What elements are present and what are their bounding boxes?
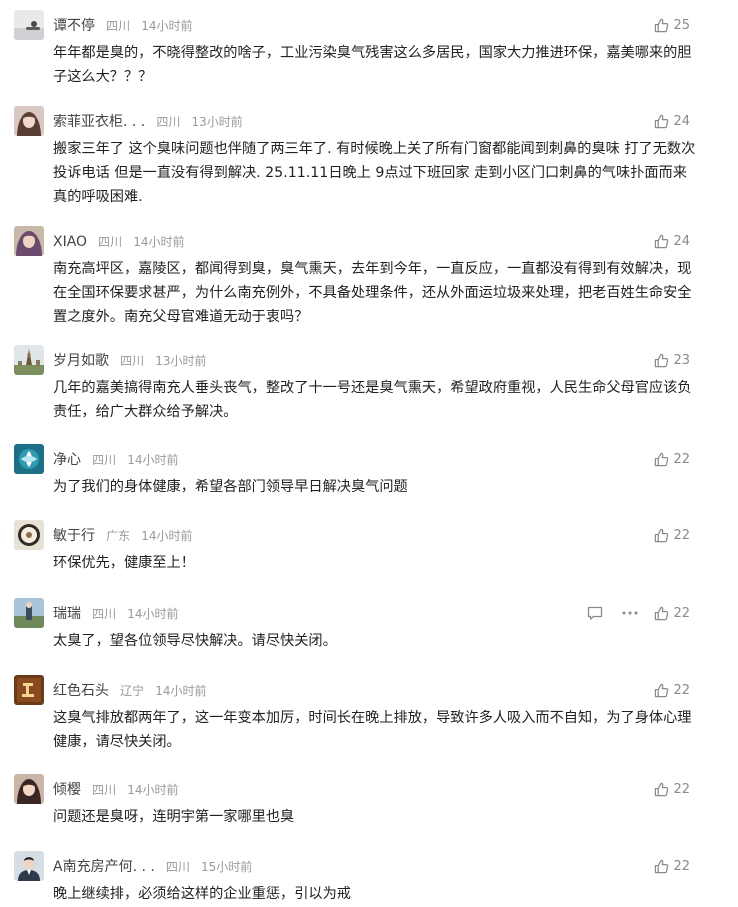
username[interactable]: 谭不停 xyxy=(53,18,95,34)
like-count: 22 xyxy=(673,451,690,467)
avatar[interactable] xyxy=(14,444,44,474)
timestamp: 14小时前 xyxy=(155,684,207,698)
comment-meta: A南充房产何. . . 四川 15小时前 xyxy=(53,855,252,877)
timestamp: 14小时前 xyxy=(141,529,193,543)
location: 四川 xyxy=(92,453,117,467)
like-button[interactable]: 22 xyxy=(654,603,690,623)
thumbs-up-icon xyxy=(655,114,669,128)
like-count: 22 xyxy=(673,605,690,621)
like-count: 22 xyxy=(673,527,690,543)
comment-text: 南充高坪区，嘉陵区，都闻得到臭，臭气熏天，去年到今年，一直反应，一直都没有得到有… xyxy=(53,261,692,325)
comment-meta: 倾樱 四川 14小时前 xyxy=(53,778,178,800)
avatar[interactable] xyxy=(14,226,44,256)
timestamp: 13小时前 xyxy=(191,115,243,129)
like-count: 22 xyxy=(673,858,690,874)
comment-meta: 敏于行 广东 14小时前 xyxy=(53,524,192,546)
avatar[interactable] xyxy=(14,774,44,804)
timestamp: 14小时前 xyxy=(127,783,179,797)
comment-text: 搬家三年了 这个臭味问题也伴随了两三年了. 有时候晚上关了所有门窗都能闻到刺鼻的… xyxy=(53,141,696,205)
timestamp: 14小时前 xyxy=(127,607,179,621)
like-count: 22 xyxy=(673,682,690,698)
like-button[interactable]: 22 xyxy=(654,680,690,700)
location: 广东 xyxy=(106,529,131,543)
thumbs-up-icon xyxy=(655,353,669,367)
timestamp: 14小时前 xyxy=(133,235,185,249)
comment-text: 晚上继续排，必须给这样的企业重惩，引以为戒 xyxy=(53,886,351,902)
thumbs-up-icon xyxy=(655,782,669,796)
comment-meta: 岁月如歌 四川 13小时前 xyxy=(53,349,206,371)
thumbs-up-icon xyxy=(655,683,669,697)
avatar[interactable] xyxy=(14,10,44,40)
like-count: 24 xyxy=(673,113,690,129)
location: 辽宁 xyxy=(120,684,145,698)
like-button[interactable]: 22 xyxy=(654,449,690,469)
comment-text: 问题还是臭呀，连明宇第一家哪里也臭 xyxy=(53,809,295,825)
thumbs-up-icon xyxy=(655,528,669,542)
reply-button[interactable] xyxy=(586,604,604,622)
comment-text: 这臭气排放都两年了，这一年变本加厉，时间长在晚上排放，导致许多人吸入而不自知，为… xyxy=(53,710,692,750)
comment-meta: 红色石头 辽宁 14小时前 xyxy=(53,679,206,701)
timestamp: 13小时前 xyxy=(155,354,207,368)
avatar[interactable] xyxy=(14,851,44,881)
username[interactable]: 岁月如歌 xyxy=(53,353,109,369)
timestamp: 15小时前 xyxy=(201,860,253,874)
username[interactable]: 瑞瑞 xyxy=(53,606,81,622)
like-button[interactable]: 23 xyxy=(654,350,690,370)
timestamp: 14小时前 xyxy=(127,453,179,467)
username[interactable]: 索菲亚衣柜. . . xyxy=(53,114,145,130)
comment-meta: 瑞瑞 四川 14小时前 xyxy=(53,602,178,624)
thumbs-up-icon xyxy=(655,606,669,620)
location: 四川 xyxy=(120,354,145,368)
like-count: 24 xyxy=(673,233,690,249)
like-button[interactable]: 22 xyxy=(654,779,690,799)
like-count: 23 xyxy=(673,352,690,368)
location: 四川 xyxy=(156,115,181,129)
avatar[interactable] xyxy=(14,675,44,705)
comment-text: 为了我们的身体健康，希望各部门领导早日解决臭气问题 xyxy=(53,479,408,495)
comment-actions xyxy=(586,604,639,622)
comment-meta: 索菲亚衣柜. . . 四川 13小时前 xyxy=(53,110,243,132)
avatar[interactable] xyxy=(14,106,44,136)
reply-bubble-icon xyxy=(587,606,603,620)
like-count: 22 xyxy=(673,781,690,797)
like-button[interactable]: 22 xyxy=(654,856,690,876)
like-button[interactable]: 24 xyxy=(654,231,690,251)
thumbs-up-icon xyxy=(655,234,669,248)
like-button[interactable]: 22 xyxy=(654,525,690,545)
thumbs-up-icon xyxy=(655,452,669,466)
location: 四川 xyxy=(165,860,190,874)
location: 四川 xyxy=(98,235,123,249)
comment-text: 几年的嘉美搞得南充人垂头丧气，整改了十一号还是臭气熏天，希望政府重视，人民生命父… xyxy=(53,380,692,420)
location: 四川 xyxy=(106,19,131,33)
comment-text: 太臭了，望各位领导尽快解决。请尽快关闭。 xyxy=(53,633,337,649)
more-dots-icon xyxy=(622,611,638,615)
like-button[interactable]: 25 xyxy=(654,15,690,35)
comment-text: 环保优先，健康至上！ xyxy=(53,555,195,571)
thumbs-up-icon xyxy=(655,18,669,32)
more-button[interactable] xyxy=(621,604,639,622)
comment-list: 谭不停 四川 14小时前 25 年年都是臭的，不晓得整改的啥子，工业污染臭气残害… xyxy=(0,0,738,907)
avatar[interactable] xyxy=(14,520,44,550)
comment-meta: XIAO 四川 14小时前 xyxy=(53,230,185,252)
comment-meta: 净心 四川 14小时前 xyxy=(53,448,178,470)
like-count: 25 xyxy=(673,17,690,33)
username[interactable]: 净心 xyxy=(53,452,81,468)
location: 四川 xyxy=(92,783,117,797)
avatar[interactable] xyxy=(14,345,44,375)
timestamp: 14小时前 xyxy=(141,19,193,33)
username[interactable]: A南充房产何. . . xyxy=(53,859,155,875)
location: 四川 xyxy=(92,607,117,621)
username[interactable]: XIAO xyxy=(53,234,87,250)
thumbs-up-icon xyxy=(655,859,669,873)
comment-text: 年年都是臭的，不晓得整改的啥子，工业污染臭气残害这么多居民，国家大力推进环保，嘉… xyxy=(53,45,692,85)
comment-meta: 谭不停 四川 14小时前 xyxy=(53,14,192,36)
username[interactable]: 倾樱 xyxy=(53,782,81,798)
username[interactable]: 敏于行 xyxy=(53,528,95,544)
username[interactable]: 红色石头 xyxy=(53,683,109,699)
like-button[interactable]: 24 xyxy=(654,111,690,131)
avatar[interactable] xyxy=(14,598,44,628)
